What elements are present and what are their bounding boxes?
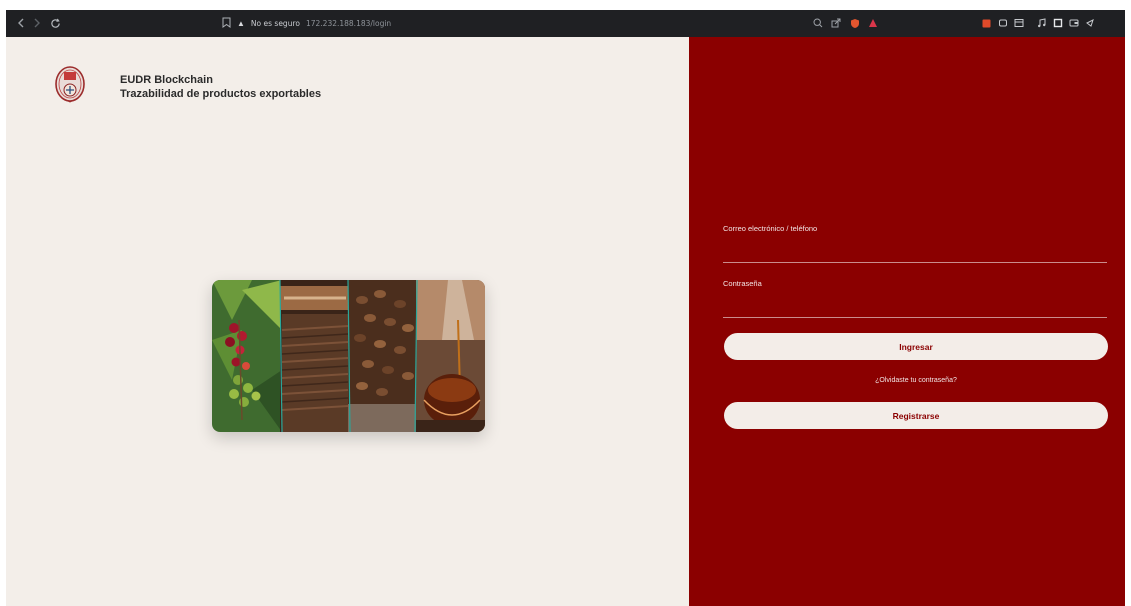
password-input[interactable] (723, 296, 1107, 316)
puzzle-icon[interactable] (996, 16, 1009, 30)
roasted-beans-image (348, 280, 418, 432)
share-icon[interactable] (829, 16, 842, 30)
product-collage-image (212, 280, 485, 432)
coffee-pour-image (416, 280, 485, 432)
wallet-icon[interactable] (1067, 16, 1080, 30)
address-bar[interactable]: ▲ No es seguro 172.232.188.183/login (222, 15, 391, 32)
app-window: ▲ No es seguro 172.232.188.183/login EUD… (6, 10, 1125, 606)
browser-toolbar: ▲ No es seguro 172.232.188.183/login (6, 10, 1125, 37)
bookmark-icon[interactable] (222, 17, 231, 30)
back-icon[interactable] (14, 15, 28, 31)
email-label: Correo electrónico / teléfono (723, 224, 818, 233)
email-underline (723, 262, 1107, 263)
coffee-cherries-image (212, 280, 282, 432)
university-seal-icon (52, 62, 88, 106)
password-label: Contraseña (723, 279, 762, 288)
brand-subtitle: Trazabilidad de productos exportables (120, 88, 322, 100)
music-icon[interactable] (1035, 16, 1048, 30)
drying-beans-image (280, 280, 350, 432)
password-underline (723, 317, 1107, 318)
leo-icon[interactable] (1083, 16, 1096, 30)
forgot-password-link[interactable]: ¿Olvidaste tu contraseña? (724, 377, 1108, 384)
login-panel: Correo electrónico / teléfono Contraseña… (689, 37, 1125, 606)
window-icon[interactable] (1051, 16, 1064, 30)
extension-icon[interactable] (980, 16, 993, 30)
url-text[interactable]: 172.232.188.183/login (306, 19, 391, 28)
brand-title: EUDR Blockchain (120, 74, 213, 86)
rewards-icon[interactable] (866, 16, 879, 30)
login-button[interactable]: Ingresar (724, 333, 1108, 360)
shield-icon[interactable] (848, 16, 861, 30)
brand-heading: EUDR Blockchain Trazabilidad de producto… (120, 73, 321, 101)
register-button[interactable]: Registrarse (724, 402, 1108, 429)
zoom-icon[interactable] (811, 16, 824, 30)
warning-icon: ▲ (237, 19, 245, 28)
security-status: No es seguro (250, 19, 300, 28)
brand-panel: EUDR Blockchain Trazabilidad de producto… (6, 37, 689, 606)
email-input[interactable] (723, 241, 1107, 261)
sidebar-icon[interactable] (1012, 16, 1025, 30)
forward-icon[interactable] (30, 15, 44, 31)
reload-icon[interactable] (48, 15, 62, 31)
